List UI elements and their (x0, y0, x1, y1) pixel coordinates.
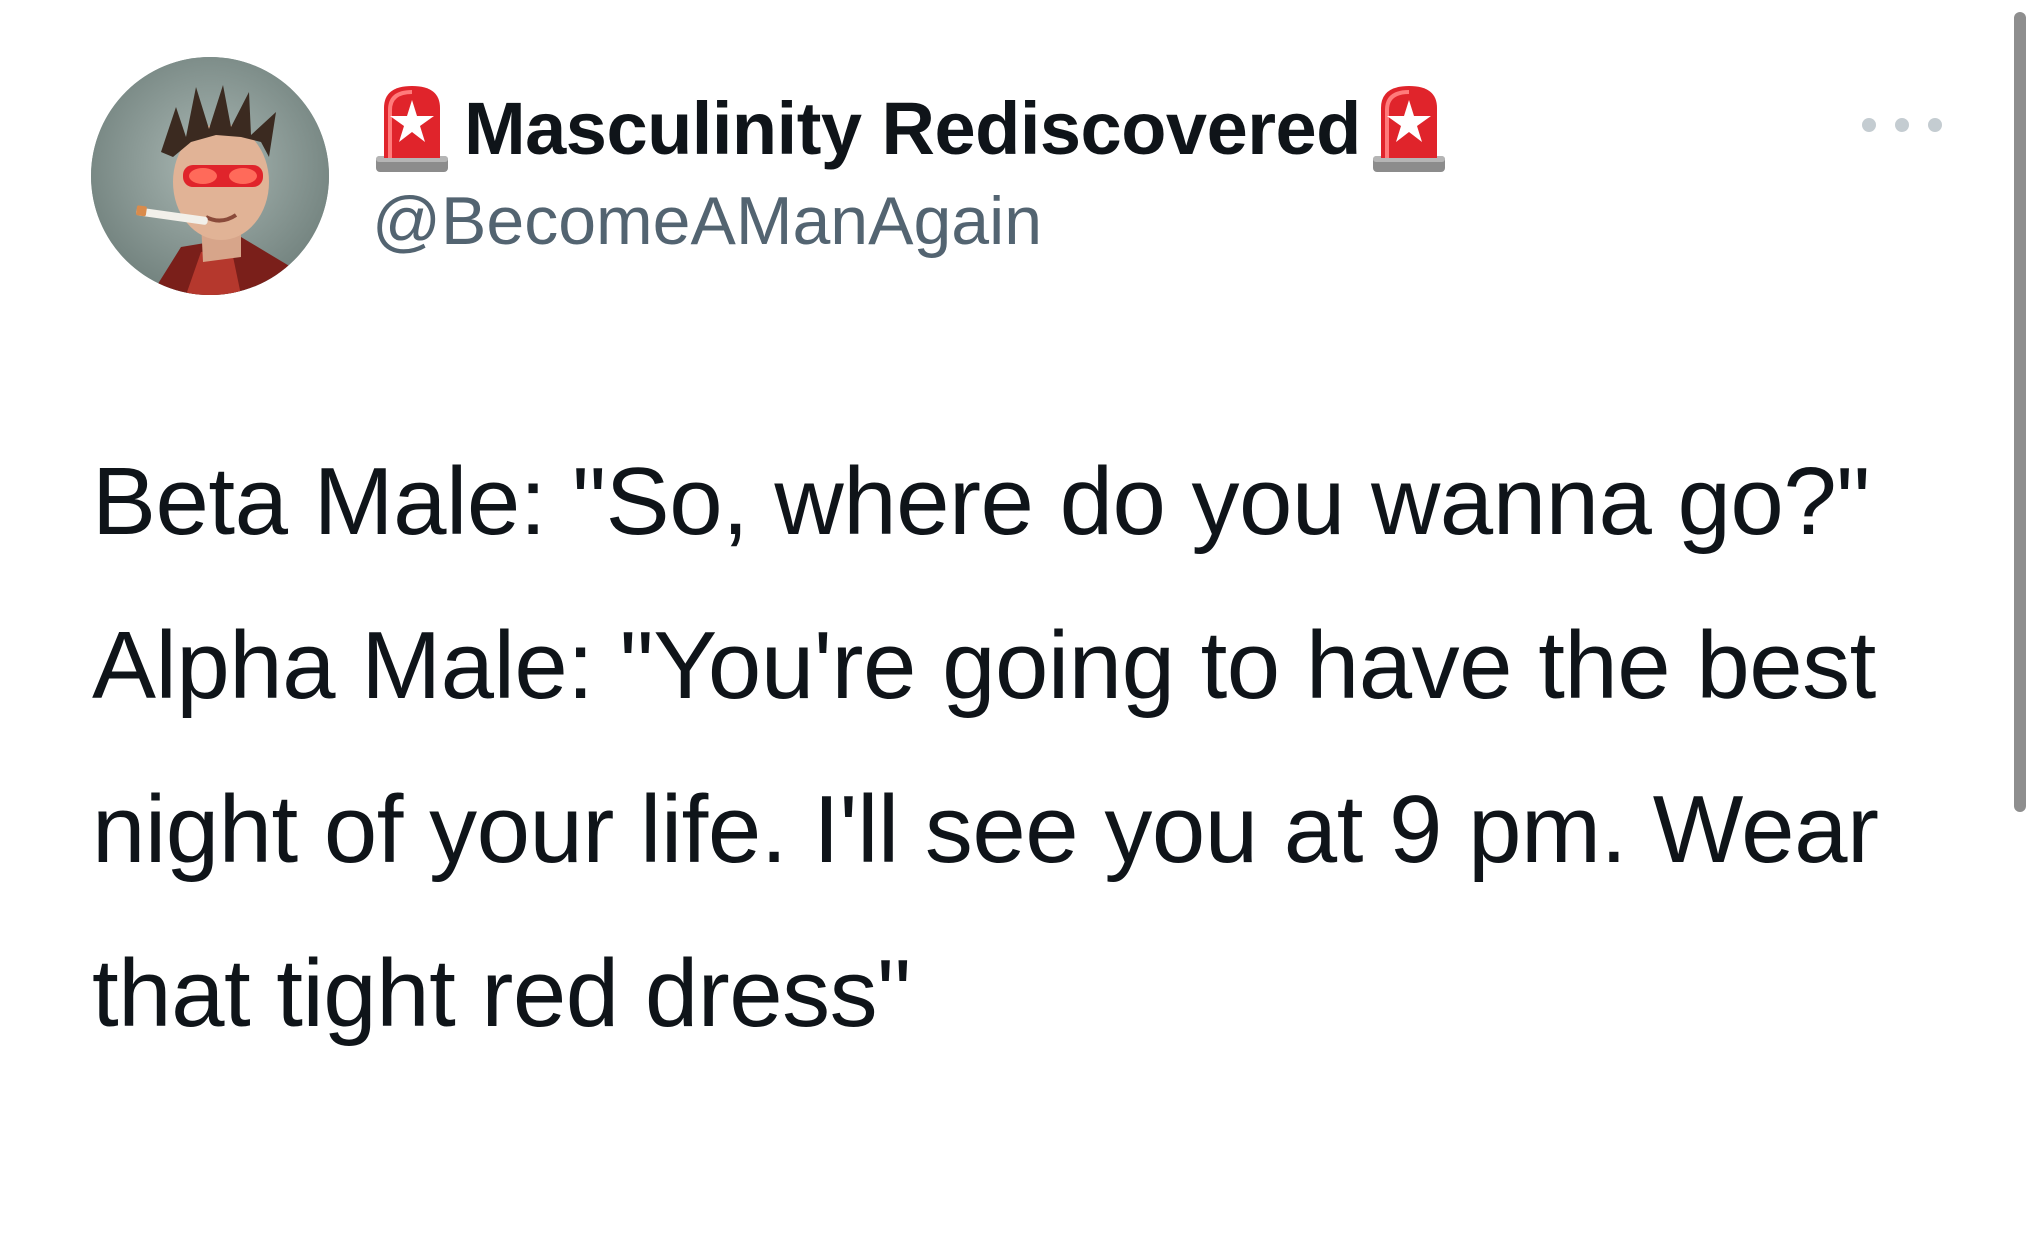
tweet-header: Masculinity Rediscovered @BecomeAManAgai… (372, 78, 1449, 260)
tweet-text: Beta Male: "So, where do you wanna go?" … (92, 420, 1972, 1076)
tweet-card: Masculinity Rediscovered @BecomeAManAgai… (0, 0, 2037, 1238)
tweet-paragraph: Alpha Male: "You're going to have the be… (92, 612, 1879, 1047)
more-dot (1928, 118, 1942, 132)
more-dot (1895, 118, 1909, 132)
tweet-paragraph: Beta Male: "So, where do you wanna go?" (92, 448, 1870, 555)
author-display-name[interactable]: Masculinity Rediscovered (464, 86, 1361, 171)
author-name-row[interactable]: Masculinity Rediscovered (372, 78, 1449, 178)
more-options-icon[interactable] (1862, 110, 1942, 140)
scrollbar[interactable] (2014, 12, 2026, 812)
police-siren-icon (376, 86, 448, 172)
police-siren-icon (1372, 86, 1445, 172)
avatar-image (91, 57, 329, 295)
profile-avatar[interactable] (91, 57, 329, 295)
more-dot (1862, 118, 1876, 132)
author-handle[interactable]: @BecomeAManAgain (372, 182, 1449, 260)
